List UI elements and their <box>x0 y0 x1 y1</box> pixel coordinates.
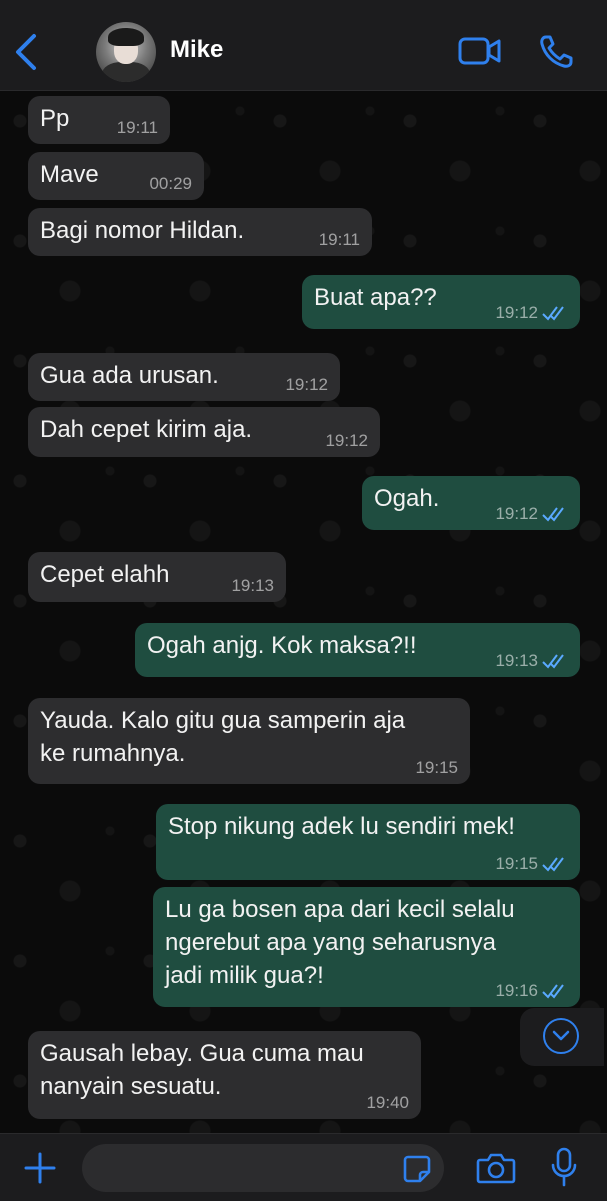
message-text: Gausah lebay. Gua cuma mau nanyain sesua… <box>40 1040 364 1100</box>
message-text: Cepet elahh <box>40 561 170 588</box>
chevron-down-icon <box>543 1018 579 1054</box>
phone-call-icon[interactable] <box>538 34 574 70</box>
message-incoming[interactable]: Yauda. Kalo gitu gua samperin aja ke rum… <box>28 698 470 784</box>
contact-name[interactable]: Mike <box>170 36 223 64</box>
video-call-icon[interactable] <box>458 36 502 66</box>
message-outgoing[interactable]: Lu ga bosen apa dari kecil selalu ngereb… <box>153 887 580 1007</box>
chat-header: Mike <box>0 0 607 91</box>
back-chevron-icon[interactable] <box>10 32 42 72</box>
message-time: 19:12 <box>495 504 538 523</box>
message-incoming[interactable]: Gausah lebay. Gua cuma mau nanyain sesua… <box>28 1031 421 1119</box>
message-text: Ogah anjg. Kok maksa?!! <box>147 632 417 659</box>
sticker-icon[interactable] <box>402 1154 432 1184</box>
message-time: 19:15 <box>495 854 538 873</box>
message-incoming[interactable]: Dah cepet kirim aja. 19:12 <box>28 407 380 457</box>
read-receipt-icon <box>542 507 564 522</box>
message-incoming[interactable]: Cepet elahh 19:13 <box>28 552 286 602</box>
message-time: 19:12 <box>325 431 368 450</box>
message-text: Lu ga bosen apa dari kecil selalu ngereb… <box>165 896 515 989</box>
scroll-to-bottom-button[interactable] <box>520 1008 604 1066</box>
message-text: Dah cepet kirim aja. <box>40 416 253 443</box>
message-time: 19:11 <box>116 118 158 137</box>
message-text: Mave <box>40 161 99 188</box>
message-text: Stop nikung adek lu sendiri mek! <box>168 813 515 840</box>
message-text: Yauda. Kalo gitu gua samperin aja ke rum… <box>40 707 406 767</box>
message-text: Pp <box>40 105 70 132</box>
message-text: Bagi nomor Hildan. <box>40 217 245 244</box>
message-time: 19:40 <box>366 1093 409 1112</box>
plus-icon[interactable] <box>22 1150 58 1186</box>
read-receipt-icon <box>542 857 564 872</box>
message-text: Gua ada urusan. <box>40 362 219 389</box>
message-text: Ogah. <box>374 485 440 512</box>
composer-bar <box>0 1133 607 1201</box>
contact-avatar[interactable] <box>96 22 156 82</box>
message-time: 19:12 <box>495 303 538 322</box>
message-outgoing[interactable]: Ogah anjg. Kok maksa?!! 19:13 <box>135 623 580 677</box>
message-list[interactable]: Pp 19:11 Mave 00:29 Bagi nomor Hildan. 1… <box>0 91 607 1133</box>
message-time: 19:12 <box>285 375 328 394</box>
read-receipt-icon <box>542 306 564 321</box>
message-incoming[interactable]: Mave 00:29 <box>28 152 204 200</box>
message-time: 00:29 <box>149 174 192 193</box>
message-outgoing[interactable]: Ogah. 19:12 <box>362 476 580 530</box>
message-time: 19:13 <box>231 576 274 595</box>
message-incoming[interactable]: Gua ada urusan. 19:12 <box>28 353 340 401</box>
message-time: 19:13 <box>495 651 538 670</box>
message-time: 19:11 <box>318 230 360 249</box>
message-outgoing[interactable]: Stop nikung adek lu sendiri mek! 19:15 <box>156 804 580 880</box>
camera-icon[interactable] <box>476 1151 516 1185</box>
message-incoming[interactable]: Bagi nomor Hildan. 19:11 <box>28 208 372 256</box>
message-text: Buat apa?? <box>314 284 437 311</box>
read-receipt-icon <box>542 654 564 669</box>
message-outgoing[interactable]: Buat apa?? 19:12 <box>302 275 580 329</box>
microphone-icon[interactable] <box>550 1147 578 1189</box>
read-receipt-icon <box>542 984 564 999</box>
message-time: 19:15 <box>415 758 458 777</box>
message-time: 19:16 <box>495 981 538 1000</box>
message-input[interactable] <box>82 1144 444 1192</box>
message-incoming[interactable]: Pp 19:11 <box>28 96 170 144</box>
